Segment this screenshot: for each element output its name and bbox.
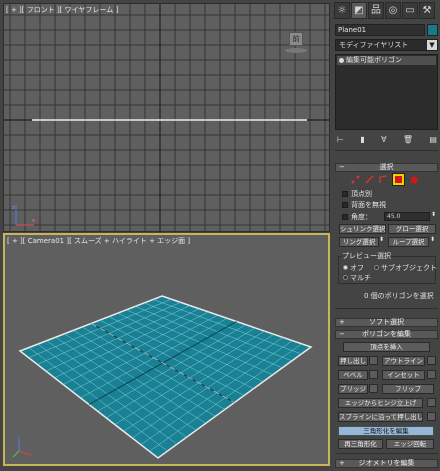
bridge-settings-button[interactable] (369, 384, 378, 393)
modifier-stack[interactable]: 編集可能ポリゴン (335, 54, 438, 130)
create-tab-icon[interactable]: ☼ (334, 2, 350, 19)
plane-surface (18, 295, 313, 459)
preview-subobject-radio[interactable] (374, 265, 379, 270)
camera-viewport[interactable]: [ + ][ Camera01 ][ スムーズ + ハイライト + エッジ面 ] (3, 233, 330, 466)
retriangulate-button[interactable]: 再三角形化 (338, 439, 383, 449)
turn-button[interactable]: エッジ回転 (386, 439, 434, 449)
angle-label: 角度： (351, 213, 372, 221)
preview-off-radio[interactable] (343, 265, 348, 270)
svg-text:z: z (12, 205, 15, 211)
hinge-from-edge-button[interactable]: エッジからヒンジ立上げ (338, 398, 423, 408)
preview-subobject-label: サブオブジェクト (381, 264, 437, 272)
stack-item-editable-poly[interactable]: 編集可能ポリゴン (337, 56, 436, 65)
stack-item-label: 編集可能ポリゴン (346, 56, 402, 64)
flip-button[interactable]: フリップ (382, 384, 434, 394)
stack-toolbar: ⊢ ▮ ∀ 🗑 ▤ (337, 135, 437, 147)
by-vertex-checkbox[interactable] (342, 191, 348, 197)
camera-viewport-label[interactable]: [ + ][ Camera01 ][ スムーズ + ハイライト + エッジ面 ] (7, 236, 190, 246)
configure-sets-icon[interactable]: ▤ (429, 135, 437, 147)
ring-spinner-icon[interactable]: ⬍ (379, 236, 384, 243)
display-tab-icon[interactable]: ▭ (402, 2, 418, 19)
axis-tripod-icon (12, 437, 32, 458)
by-vertex-label: 頂点別 (351, 190, 372, 198)
inset-settings-button[interactable] (427, 370, 436, 379)
command-panel: ☼ ◩ 品 ◎ ▭ ⚒ Plane01 モディファイヤリスト ▼ 編集可能ポリゴ… (333, 0, 440, 471)
outline-button[interactable]: アウトライン (382, 356, 425, 366)
ignore-backfacing-label: 背面を無視 (351, 201, 386, 209)
command-panel-tabs: ☼ ◩ 品 ◎ ▭ ⚒ (333, 2, 440, 20)
plane-mesh (18, 295, 313, 459)
insert-vertex-button[interactable]: 頂点を挿入 (343, 342, 430, 352)
utilities-tab-icon[interactable]: ⚒ (419, 2, 435, 19)
extrude-button[interactable]: 押し出し (338, 356, 368, 366)
shrink-button[interactable]: シュリンク選択 (339, 224, 386, 234)
preview-multi-label: マルチ (350, 274, 371, 282)
edit-polygons-rollout-header[interactable]: − ポリゴンを編集 (335, 330, 438, 339)
object-name-field[interactable]: Plane01 (335, 24, 425, 36)
preview-off-label: オフ (350, 264, 364, 272)
border-mode-icon[interactable] (378, 174, 389, 185)
edit-geometry-rollout-header[interactable]: + ジオメトリを編集 (335, 459, 438, 468)
soft-selection-rollout-header[interactable]: + ソフト選択 (335, 318, 438, 327)
bridge-button[interactable]: ブリッジ (338, 384, 368, 394)
selection-rollout-header[interactable]: − 選択 (335, 163, 438, 172)
bevel-button[interactable]: ベベル (338, 370, 368, 380)
element-mode-icon[interactable] (408, 174, 419, 185)
object-color-swatch[interactable] (427, 24, 438, 36)
grow-button[interactable]: グロー選択 (388, 224, 436, 234)
motion-tab-icon[interactable]: ◎ (385, 2, 401, 19)
bevel-settings-button[interactable] (369, 370, 378, 379)
svg-text:x: x (32, 218, 35, 224)
bulb-icon[interactable] (339, 58, 344, 63)
loop-spinner-icon[interactable]: ⬍ (430, 236, 435, 243)
remove-modifier-icon[interactable]: 🗑 (403, 135, 413, 147)
preview-selection-label: プレビュー選択 (341, 251, 392, 261)
ring-button[interactable]: リング選択 (339, 237, 379, 247)
preview-multi-radio[interactable] (343, 275, 348, 280)
front-viewport-label[interactable]: [ + ][ フロント ][ ワイヤフレーム ] (6, 5, 118, 15)
modifier-list-dropdown[interactable]: モディファイヤリスト ▼ (335, 39, 438, 51)
viewcube-front[interactable]: 前 (280, 28, 310, 54)
viewcube-face[interactable]: 前 (289, 32, 303, 46)
loop-button[interactable]: ループ選択 (388, 237, 429, 247)
extrude-settings-button[interactable] (369, 356, 378, 365)
chevron-down-icon: ▼ (427, 40, 437, 50)
ignore-backfacing-checkbox[interactable] (342, 202, 348, 208)
extrude-along-spline-button[interactable]: スプラインに沿って押し出し (338, 412, 423, 422)
edge-mode-icon[interactable] (364, 174, 375, 185)
spinner-arrows-icon[interactable]: ⬍ (431, 211, 436, 218)
outline-settings-button[interactable] (427, 356, 436, 365)
inset-button[interactable]: インセット (382, 370, 425, 380)
polygon-mode-icon[interactable] (392, 173, 405, 186)
angle-spinner[interactable]: 45.0 (384, 212, 430, 221)
hinge-settings-button[interactable] (427, 398, 436, 407)
pin-stack-icon[interactable]: ⊢ (337, 135, 344, 147)
vertex-mode-icon[interactable] (350, 174, 361, 185)
selection-status: 0 個のポリゴンを選択 (364, 292, 434, 300)
make-unique-icon[interactable]: ∀ (381, 135, 386, 147)
edit-triangulation-button[interactable]: 三角形化を編集 (338, 426, 434, 436)
front-viewport[interactable]: [ + ][ フロント ][ ワイヤフレーム ] 前 z x (3, 3, 330, 232)
angle-checkbox[interactable] (342, 214, 348, 220)
extrude-spline-settings-button[interactable] (427, 412, 436, 421)
axis-tripod-icon: z x (12, 205, 35, 226)
divider (335, 150, 438, 151)
show-end-result-icon[interactable]: ▮ (360, 135, 364, 147)
modifier-list-label: モディファイヤリスト (339, 41, 409, 49)
divider (335, 308, 438, 309)
hierarchy-tab-icon[interactable]: 品 (368, 2, 384, 19)
divider (335, 453, 438, 454)
modify-tab-icon[interactable]: ◩ (351, 2, 367, 19)
